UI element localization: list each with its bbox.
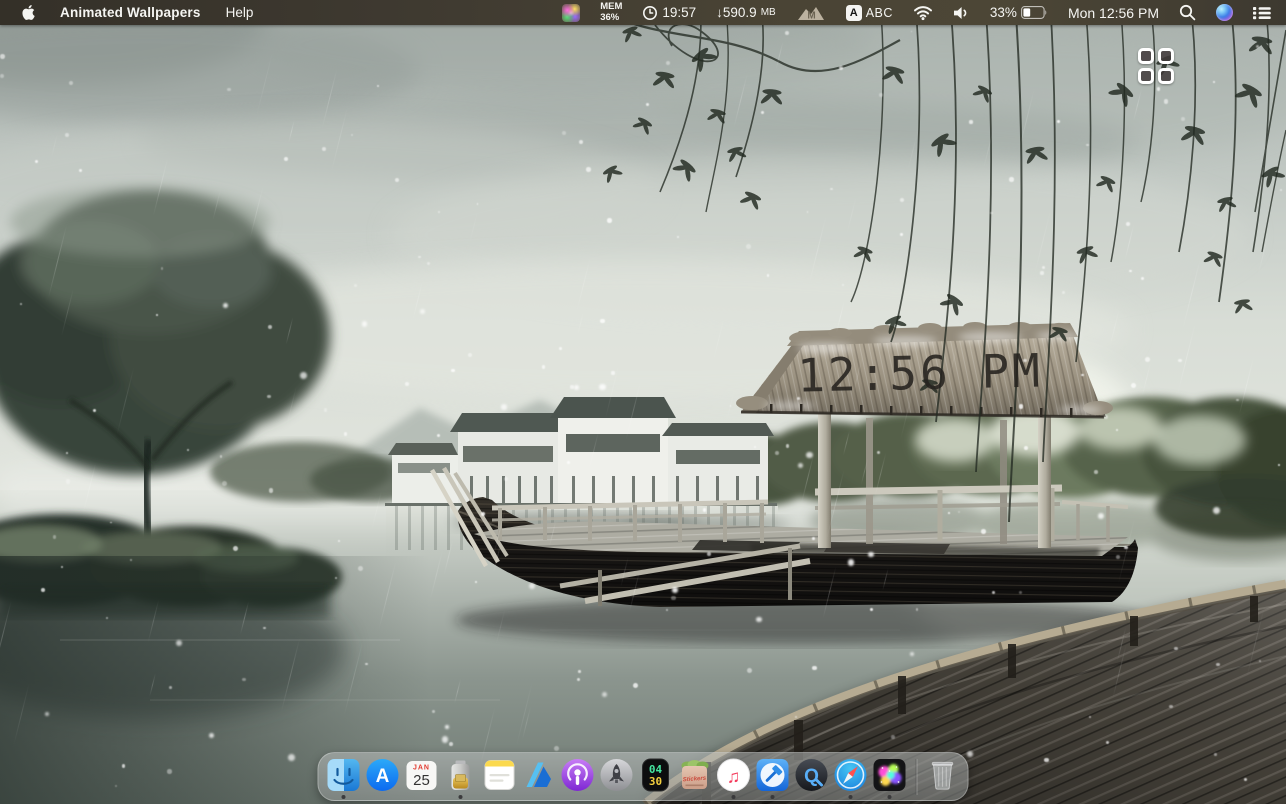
input-source-icon: A: [846, 5, 862, 21]
dock-item-battery-app[interactable]: [443, 758, 479, 798]
input-source-item[interactable]: A ABC: [846, 5, 893, 21]
menubar: Animated Wallpapers Help MEM 36% 19:57 ↓…: [0, 0, 1286, 25]
battery-menu-item[interactable]: 33%: [990, 5, 1048, 20]
svg-text:JAN: JAN: [413, 765, 430, 772]
siri-icon[interactable]: [1216, 4, 1233, 21]
dock-item-affinity-designer[interactable]: [521, 758, 557, 798]
grid-square: [1158, 48, 1174, 64]
uptime-status-item[interactable]: 19:57: [642, 5, 696, 21]
animated-wallpapers-menu-icon[interactable]: [562, 4, 580, 22]
dock-item-trash[interactable]: [925, 758, 961, 798]
wallpaper-scene: [0, 0, 1286, 804]
mountain-app-menu-item[interactable]: M: [796, 4, 826, 21]
grid-square: [1138, 48, 1154, 64]
svg-text:25: 25: [413, 772, 430, 789]
spotlight-menu-item[interactable]: [1179, 4, 1196, 21]
memory-status-item[interactable]: MEM 36%: [600, 2, 622, 23]
grid-square: [1138, 68, 1154, 84]
volume-menu-item[interactable]: [953, 6, 970, 20]
download-value: ↓590.9: [716, 5, 757, 20]
menubar-app-name[interactable]: Animated Wallpapers: [60, 5, 201, 20]
dock-item-podcasts[interactable]: [560, 758, 596, 798]
network-download-item[interactable]: ↓590.9 MB: [716, 5, 776, 20]
dock-item-safari[interactable]: [833, 758, 869, 798]
wallpaper-roof-clock: 12:56 PM: [777, 343, 1062, 403]
mem-value: 36%: [600, 13, 619, 23]
speaker-icon: [953, 6, 970, 20]
dock-item-calendar[interactable]: JAN 25: [404, 758, 440, 798]
mountain-m-icon: M: [796, 4, 826, 21]
desktop: 12:56 PM Animated Wallpapers Help MEM 36…: [0, 0, 1286, 804]
dock-item-clock-widget-app[interactable]: 04 30: [638, 758, 674, 798]
list-icon: [1253, 6, 1271, 20]
clock-icon: [642, 5, 658, 21]
dock-item-animated-wallpapers[interactable]: [872, 758, 908, 798]
svg-text:♫: ♫: [727, 767, 741, 787]
download-unit: MB: [761, 7, 776, 18]
dock-item-notes[interactable]: [482, 758, 518, 798]
apple-menu[interactable]: [21, 4, 35, 21]
menubar-help-menu[interactable]: Help: [226, 5, 254, 20]
dock-divider: [916, 759, 917, 795]
svg-text:Q: Q: [804, 766, 819, 787]
search-icon: [1179, 4, 1196, 21]
svg-text:30: 30: [649, 775, 662, 788]
dock-item-quicktime[interactable]: Q: [794, 758, 830, 798]
uptime-value: 19:57: [662, 5, 696, 20]
dock-item-stickers[interactable]: Stickers: [677, 758, 713, 798]
dock-item-xcode[interactable]: [755, 758, 791, 798]
wifi-icon: [913, 5, 933, 21]
notification-center-item[interactable]: [1253, 6, 1271, 20]
menubar-clock[interactable]: Mon 12:56 PM: [1068, 5, 1159, 21]
dock-item-launchpad[interactable]: [599, 758, 635, 798]
dock-item-finder[interactable]: [326, 758, 362, 798]
desktop-grid-widget-button[interactable]: [1138, 48, 1174, 84]
grid-square: [1158, 68, 1174, 84]
battery-percent: 33%: [990, 5, 1017, 20]
mem-label: MEM: [600, 2, 622, 12]
dock: A JAN 25: [318, 752, 969, 801]
wifi-menu-item[interactable]: [913, 5, 933, 21]
battery-icon: [1021, 6, 1048, 19]
apple-logo-icon: [21, 4, 35, 21]
svg-text:M: M: [807, 11, 815, 22]
dock-item-app-store[interactable]: A: [365, 758, 401, 798]
dock-item-music[interactable]: ♫: [716, 758, 752, 798]
svg-text:A: A: [376, 766, 390, 787]
input-source-name: ABC: [866, 6, 893, 20]
